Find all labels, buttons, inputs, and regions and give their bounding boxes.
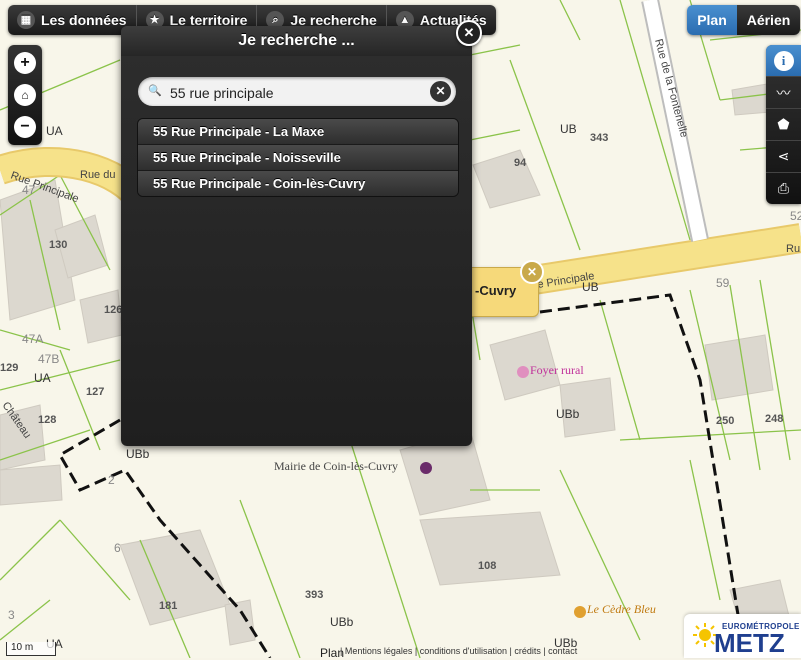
info-icon: i	[773, 50, 794, 71]
zone-label: UBb	[126, 447, 150, 461]
polygon-icon: ⬟	[777, 116, 790, 132]
scale-bar: 10 m	[6, 642, 56, 656]
eurometropole-logo: EUROMÉTROPOLE METZ	[684, 614, 801, 658]
parcel-number: 126	[104, 304, 122, 316]
zoom-out-button[interactable]: −	[8, 111, 42, 143]
popup-label: -Cuvry	[475, 283, 517, 298]
nav-label: Les données	[41, 12, 127, 28]
search-results: 55 Rue Principale - La Maxe 55 Rue Princ…	[137, 118, 459, 197]
street-label: Rue du	[80, 169, 115, 181]
parcel-number: 3	[8, 608, 15, 622]
measure-button[interactable]: 〰	[766, 77, 801, 109]
zoom-controls: + ⌂ −	[8, 45, 42, 145]
search-result-item[interactable]: 55 Rue Principale - Noisseville	[138, 145, 458, 171]
parcel-number: 128	[38, 414, 56, 426]
basemap-toggle: Plan Aérien	[687, 5, 800, 35]
parcel-number: 130	[49, 239, 67, 251]
polyline-icon: 〰	[776, 84, 791, 101]
plan-button[interactable]: Plan	[687, 5, 737, 35]
close-icon: ✕	[526, 265, 538, 279]
right-toolbar: i 〰 ⬟ ⋖ ⎙	[766, 45, 801, 204]
search-panel: Je recherche ... 🔍 ✕ 55 Rue Principale -…	[121, 26, 472, 446]
parcel-number: 129	[0, 362, 18, 374]
panel-close-button[interactable]: ✕	[456, 20, 482, 46]
share-icon: ⋖	[777, 148, 790, 164]
share-button[interactable]: ⋖	[766, 141, 801, 173]
mairie-icon[interactable]	[420, 462, 432, 474]
footer-links[interactable]: | Mentions légales | conditions d'utilis…	[340, 646, 577, 658]
close-icon: ✕	[463, 25, 475, 40]
parcel-number: 248	[765, 413, 783, 425]
parcel-number: 47A	[22, 332, 43, 346]
search-input[interactable]	[168, 81, 422, 104]
print-icon: ⎙	[777, 180, 790, 196]
poi-label: Le Cèdre Bleu	[586, 602, 656, 616]
zone-label: UB	[560, 122, 577, 136]
zone-label: UBb	[330, 615, 354, 629]
foyer-rural-icon[interactable]	[517, 366, 529, 378]
search-result-item[interactable]: 55 Rue Principale - La Maxe	[138, 119, 458, 145]
parcel-number: 52	[790, 209, 801, 223]
parcel-number: 47	[22, 183, 36, 197]
poi-label: Mairie de Coin-lès-Cuvry	[274, 459, 398, 473]
zone-label: UBb	[556, 407, 580, 421]
zone-label: UB	[582, 280, 599, 294]
street-label: Ru	[786, 243, 800, 255]
footer-links-text[interactable]: | Mentions légales | conditions d'utilis…	[340, 646, 577, 656]
close-icon: ✕	[435, 84, 446, 98]
parcel-number: 393	[305, 589, 323, 601]
panel-title: Je recherche ...	[121, 26, 472, 56]
zoom-in-button[interactable]: +	[8, 47, 42, 79]
minus-icon: −	[14, 116, 36, 138]
nav-les-donnees[interactable]: ▦ Les données	[8, 5, 137, 35]
parcel-number: 59	[716, 276, 730, 290]
plus-icon: +	[14, 52, 36, 74]
area-button[interactable]: ⬟	[766, 109, 801, 141]
search-icon: 🔍	[148, 85, 162, 97]
home-button[interactable]: ⌂	[8, 79, 42, 111]
parcel-number: 108	[478, 560, 496, 572]
parcel-number: 181	[159, 600, 177, 612]
grid-icon: ▦	[17, 11, 35, 29]
logo-title: METZ	[714, 628, 785, 658]
home-icon: ⌂	[14, 84, 36, 106]
search-result-item[interactable]: 55 Rue Principale - Coin-lès-Cuvry	[138, 171, 458, 196]
parcel-number: 6	[114, 541, 121, 555]
search-box: 🔍 ✕	[138, 77, 456, 106]
aerien-button[interactable]: Aérien	[737, 5, 800, 35]
clear-search-button[interactable]: ✕	[430, 81, 451, 102]
restaurant-icon[interactable]	[574, 606, 586, 618]
parcel-number: 47B	[38, 352, 59, 366]
info-button[interactable]: i	[766, 45, 801, 77]
parcel-number: 2	[108, 473, 115, 487]
parcel-number: 94	[514, 157, 527, 169]
zone-label: UA	[34, 371, 51, 385]
print-button[interactable]: ⎙	[766, 173, 801, 204]
parcel-number: 250	[716, 415, 734, 427]
parcel-number: 127	[86, 386, 104, 398]
popup-close-button[interactable]: ✕	[520, 260, 544, 284]
parcel-number: 343	[590, 132, 608, 144]
zone-label: UA	[46, 124, 63, 138]
poi-label: Foyer rural	[530, 363, 584, 377]
